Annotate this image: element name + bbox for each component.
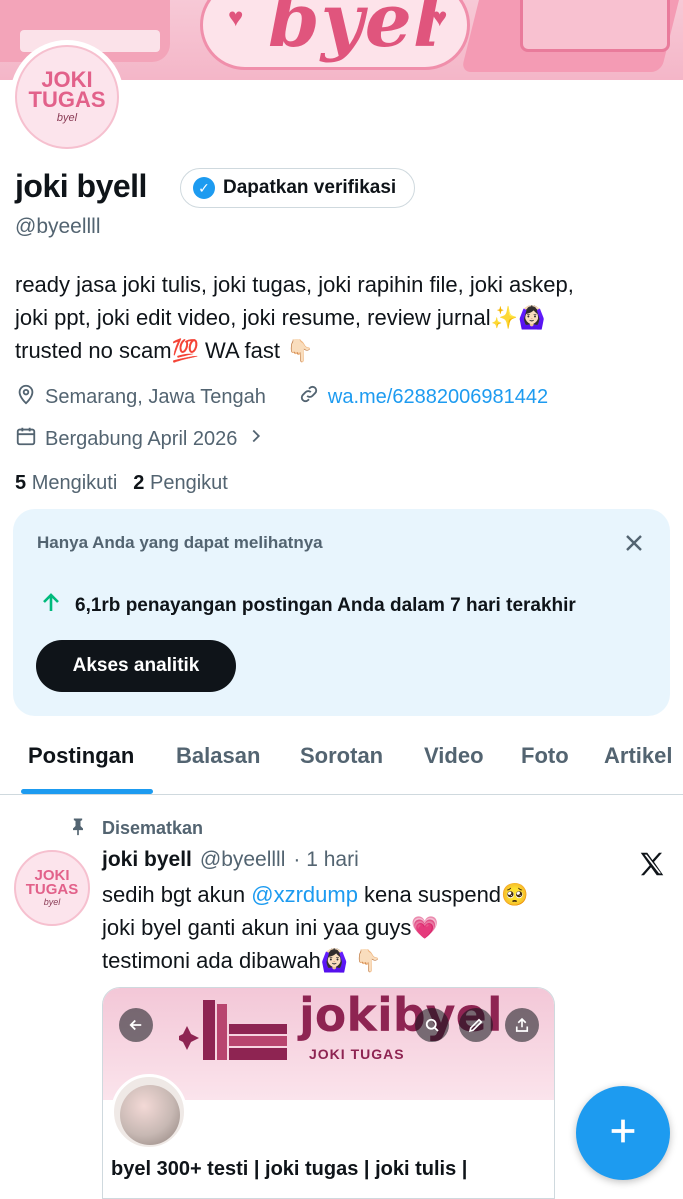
share-icon xyxy=(505,1008,539,1042)
profile-website-link[interactable]: wa.me/62882006981442 xyxy=(328,386,548,409)
plus-icon xyxy=(606,1114,640,1153)
post-author-avatar[interactable]: JOKI TUGAS byel xyxy=(14,850,90,926)
post-author-name[interactable]: joki byell xyxy=(102,848,192,872)
banner-word: byel xyxy=(268,0,442,64)
avatar-logo-text: byel xyxy=(43,897,61,907)
pinned-indicator: Disematkan xyxy=(68,816,203,841)
media-profile-photo xyxy=(111,1074,187,1150)
arrow-up-icon xyxy=(39,591,63,621)
banner-laptop-screen-art xyxy=(520,0,670,52)
get-verified-button[interactable]: ✓ Dapatkan verifikasi xyxy=(180,168,416,208)
back-arrow-icon xyxy=(119,1008,153,1042)
mention-link[interactable]: @xzrdump xyxy=(251,882,358,907)
avatar-logo-text: byel xyxy=(56,112,78,124)
followers-link[interactable]: 2 Pengikut xyxy=(133,472,228,495)
tab-artikel[interactable]: Artikel xyxy=(604,743,672,769)
location-icon xyxy=(15,383,37,411)
link-icon xyxy=(298,383,320,411)
profile-avatar[interactable]: JOKI TUGAS byel xyxy=(10,40,124,154)
x-logo-icon[interactable] xyxy=(637,849,667,879)
post-text-line: joki byel ganti akun ini yaa guys💗 xyxy=(102,915,439,940)
chevron-right-icon xyxy=(245,425,267,453)
pin-icon xyxy=(68,816,88,841)
media-banner-sub: JOKI TUGAS xyxy=(309,1046,405,1062)
profile-joined-row[interactable]: Bergabung April 2026 xyxy=(15,425,267,453)
profile-bio: ready jasa joki tulis, joki tugas, joki … xyxy=(15,268,675,367)
post-media-image[interactable]: jokibyel JOKI TUGAS byel 300+ testi | jo… xyxy=(102,987,555,1199)
profile-tabs: Postingan Balasan Sorotan Video Foto Art… xyxy=(0,727,683,795)
profile-joined-date: Bergabung April 2026 xyxy=(45,427,238,450)
post-text-line: testimoni ada dibawah🙆🏻‍♀️ 👇🏻 xyxy=(102,948,382,973)
bio-line: trusted no scam💯 WA fast 👇🏻 xyxy=(15,338,314,363)
analytics-card: Hanya Anda yang dapat melihatnya 6,1rb p… xyxy=(13,509,670,716)
bio-line: ready jasa joki tulis, joki tugas, joki … xyxy=(15,272,574,297)
tab-video[interactable]: Video xyxy=(424,743,484,769)
following-link[interactable]: 5 Mengikuti xyxy=(15,472,117,495)
post-text: sedih bgt akun @xzrdump kena suspend🥺 jo… xyxy=(102,878,528,977)
profile-meta-row: Semarang, Jawa Tengah wa.me/628820069814… xyxy=(15,383,548,411)
post-text-line: sedih bgt akun @xzrdump kena suspend🥺 xyxy=(102,882,529,907)
verified-badge-icon: ✓ xyxy=(193,177,215,199)
profile-handle: @byeellll xyxy=(15,215,101,238)
pinned-label: Disematkan xyxy=(102,818,204,838)
follow-stats: 5 Mengikuti 2 Pengikut xyxy=(15,472,228,495)
tab-foto[interactable]: Foto xyxy=(521,743,569,769)
edit-icon xyxy=(459,1008,493,1042)
analytics-stat: 6,1rb penayangan postingan Anda dalam 7 … xyxy=(39,591,576,621)
heart-icon: ♥ xyxy=(228,2,244,32)
get-verified-label: Dapatkan verifikasi xyxy=(223,177,397,198)
bio-line: joki ppt, joki edit video, joki resume, … xyxy=(15,305,546,330)
tab-postingan[interactable]: Postingan xyxy=(28,743,134,769)
media-profile-title: byel 300+ testi | joki tugas | joki tuli… xyxy=(111,1158,468,1180)
avatar-logo-text: TUGAS xyxy=(28,87,106,112)
tab-sorotan[interactable]: Sorotan xyxy=(300,743,383,769)
post-header: joki byell @byeellll · 1 hari xyxy=(102,848,359,872)
profile-location: Semarang, Jawa Tengah xyxy=(45,385,266,408)
calendar-icon xyxy=(15,425,37,453)
profile-name: joki byell xyxy=(15,168,147,204)
analytics-card-title: Hanya Anda yang dapat melihatnya xyxy=(37,533,323,552)
tab-balasan[interactable]: Balasan xyxy=(176,743,260,769)
active-tab-indicator xyxy=(21,789,153,794)
compose-button[interactable] xyxy=(576,1086,670,1180)
post-author-handle[interactable]: @byeellll xyxy=(200,848,286,872)
avatar-logo: JOKI TUGAS byel xyxy=(15,45,119,149)
close-icon[interactable] xyxy=(622,531,646,555)
post-timestamp[interactable]: · 1 hari xyxy=(293,848,358,872)
avatar-logo-text: TUGAS xyxy=(25,881,79,898)
access-analytics-button[interactable]: Akses analitik xyxy=(36,640,236,692)
search-icon xyxy=(415,1008,449,1042)
analytics-stat-text: 6,1rb penayangan postingan Anda dalam 7 … xyxy=(75,595,576,616)
media-books-art xyxy=(175,994,289,1066)
